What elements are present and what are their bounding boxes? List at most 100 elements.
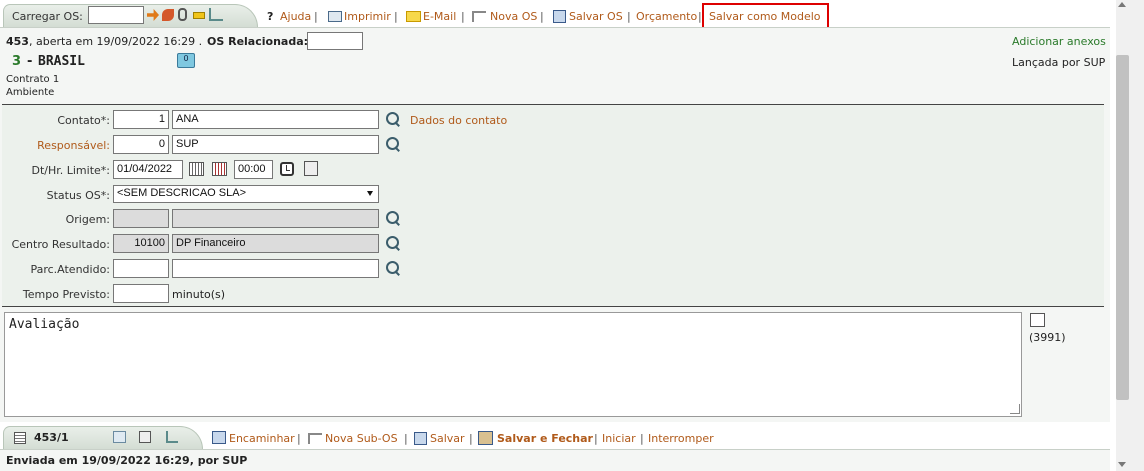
highlight-box: [702, 3, 829, 29]
cost-center-name-input[interactable]: DP Financeiro: [172, 234, 379, 253]
estimated-time-input[interactable]: [113, 284, 169, 303]
char-count: (3991): [1029, 331, 1066, 344]
search-icon[interactable]: [385, 260, 401, 276]
sub-os-number: 453/1: [34, 431, 69, 444]
attach-clip-icon[interactable]: [178, 8, 187, 21]
save-link[interactable]: Salvar: [430, 432, 465, 445]
search-icon[interactable]: [385, 235, 401, 251]
printer-icon[interactable]: [328, 11, 342, 22]
deadline-time-input[interactable]: 00:00: [234, 160, 273, 179]
origin-code-input[interactable]: [113, 209, 169, 228]
separator: |: [297, 432, 301, 445]
responsible-label: Responsável:: [37, 139, 110, 152]
calendar-icon[interactable]: [189, 162, 204, 176]
print-link[interactable]: Imprimir: [344, 10, 391, 23]
schedule-icon[interactable]: [304, 161, 318, 176]
resize-handle-icon[interactable]: [1010, 404, 1020, 414]
doc-icon[interactable]: [139, 431, 151, 443]
save-disk-icon[interactable]: [553, 10, 566, 23]
cost-center-label: Centro Resultado:: [11, 238, 110, 251]
add-attachments-link[interactable]: Adicionar anexos: [1012, 35, 1106, 48]
separator: |: [594, 432, 598, 445]
description-text: Avaliação: [9, 317, 80, 332]
key-icon[interactable]: [193, 12, 205, 19]
save-close-icon[interactable]: [478, 431, 493, 445]
new-os-link[interactable]: Nova OS: [490, 10, 537, 23]
partner-name-input[interactable]: [172, 259, 379, 278]
expand-icon[interactable]: [1030, 313, 1045, 327]
email-link[interactable]: E-Mail: [423, 10, 456, 23]
separator: |: [640, 432, 644, 445]
separator: |: [540, 10, 544, 23]
save-disk-icon[interactable]: [414, 432, 427, 445]
sent-info: Enviada em 19/09/2022 16:29, por SUP: [6, 454, 248, 467]
related-os-label: OS Relacionada:: [207, 35, 309, 48]
separator: |: [469, 432, 473, 445]
help-link[interactable]: Ajuda: [280, 10, 311, 23]
new-sub-os-link[interactable]: Nova Sub-OS: [325, 432, 398, 445]
contact-label: Contato*:: [57, 114, 110, 127]
search-icon[interactable]: [385, 210, 401, 226]
client-name: BRASIL: [38, 54, 85, 69]
estimated-time-label: Tempo Previsto:: [22, 288, 110, 301]
responsible-code-input[interactable]: 0: [113, 135, 169, 154]
load-os-label: Carregar OS:: [12, 10, 83, 23]
email-icon[interactable]: [406, 11, 421, 22]
deadline-label: Dt/Hr. Limite*:: [31, 164, 110, 177]
partner-label: Parc.Atendido:: [30, 263, 110, 276]
responsible-name-input[interactable]: SUP: [172, 135, 379, 154]
deadline-date-input[interactable]: 01/04/2022: [113, 160, 183, 179]
environment-text: Ambiente: [6, 87, 55, 98]
cost-center-code-input[interactable]: 10100: [113, 234, 169, 253]
separator: |: [404, 432, 408, 445]
contact-name-input[interactable]: ANA: [172, 110, 379, 129]
new-sub-os-icon[interactable]: [308, 433, 322, 444]
top-toolbar: Carregar OS: ? Ajuda | Imprimir | E-Mail…: [0, 0, 1110, 29]
scrollbar-thumb[interactable]: [1116, 55, 1129, 400]
client-code: 3: [12, 54, 22, 69]
partner-code-input[interactable]: [113, 259, 169, 278]
os-opened-text: , aberta em 19/09/2022 16:29 .: [29, 35, 203, 48]
os-number: 453: [6, 35, 29, 48]
contact-code-input[interactable]: 1: [113, 110, 169, 129]
separator: |: [461, 10, 465, 23]
separator: |: [314, 10, 318, 23]
scroll-up-icon[interactable]: [1118, 2, 1126, 7]
scroll-down-icon[interactable]: [1118, 462, 1126, 467]
sub-os-bar: 453/1 Encaminhar | Nova Sub-OS | Salvar …: [0, 422, 1110, 471]
chevron-down-icon: [367, 191, 373, 196]
help-icon[interactable]: ?: [267, 10, 273, 23]
interrupt-link[interactable]: Interromper: [648, 432, 714, 445]
status-select[interactable]: <SEM DESCRICAO SLA>: [113, 185, 379, 203]
origin-name-input[interactable]: [172, 209, 379, 228]
related-os-input[interactable]: [307, 32, 363, 50]
start-link[interactable]: Iniciar: [602, 432, 636, 445]
list-icon: [14, 432, 26, 444]
chat-badge-icon[interactable]: 0: [177, 53, 195, 68]
clock-icon[interactable]: [280, 162, 294, 176]
budget-link[interactable]: Orçamento: [636, 10, 697, 23]
save-and-close-link[interactable]: Salvar e Fechar: [497, 432, 593, 445]
search-icon[interactable]: [385, 111, 401, 127]
origin-label: Origem:: [65, 213, 110, 226]
tree-icon[interactable]: [209, 8, 223, 21]
contract-text: Contrato 1: [6, 74, 60, 85]
save-os-link[interactable]: Salvar OS: [569, 10, 623, 23]
status-label: Status OS*:: [46, 189, 110, 202]
separator: |: [627, 10, 631, 23]
calendar-range-icon[interactable]: [212, 162, 227, 176]
estimated-time-unit: minuto(s): [172, 288, 226, 301]
refresh-icon[interactable]: [162, 9, 174, 21]
status-select-value: <SEM DESCRICAO SLA>: [117, 187, 246, 199]
forward-link[interactable]: Encaminhar: [229, 432, 295, 445]
client-dash: -: [27, 54, 33, 69]
contact-details-link[interactable]: Dados do contato: [410, 114, 507, 127]
tree-icon[interactable]: [166, 431, 178, 443]
forward-icon[interactable]: [212, 431, 226, 444]
description-textarea[interactable]: Avaliação: [4, 312, 1022, 417]
search-icon[interactable]: [385, 136, 401, 152]
load-os-input[interactable]: [88, 6, 144, 24]
new-os-icon[interactable]: [472, 11, 486, 22]
note-icon[interactable]: [113, 431, 126, 443]
separator: |: [394, 10, 398, 23]
